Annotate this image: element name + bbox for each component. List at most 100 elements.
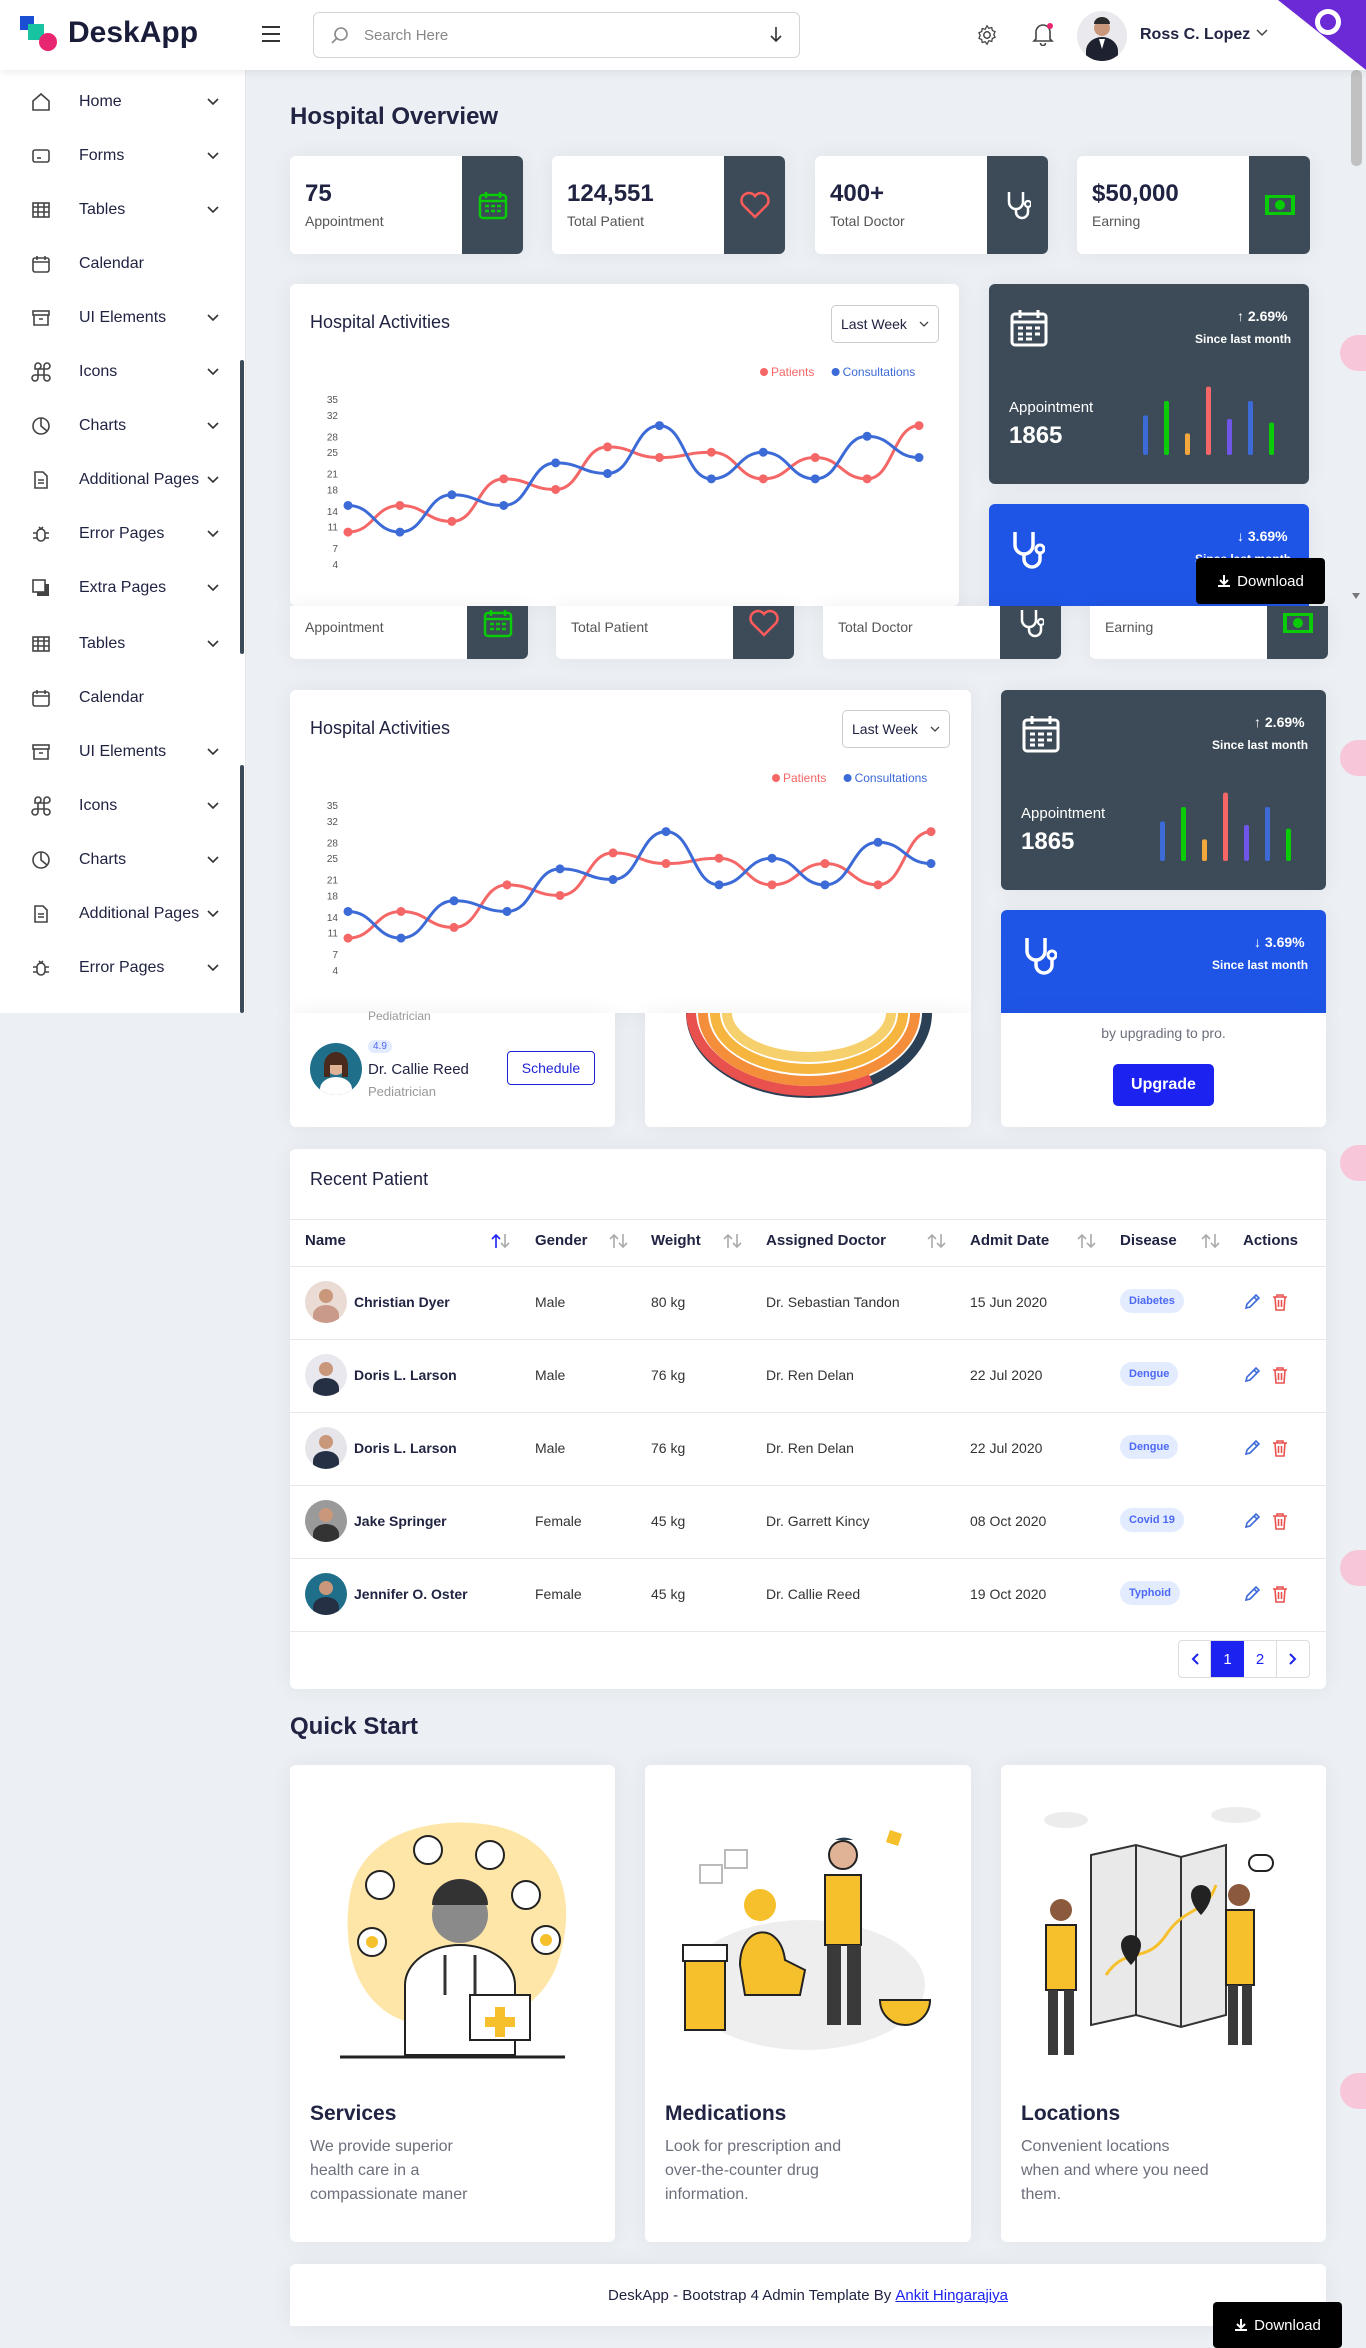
- table-divider: [290, 1219, 1326, 1220]
- upgrade-button[interactable]: Upgrade: [1113, 1064, 1214, 1106]
- schedule-button[interactable]: Schedule: [507, 1051, 595, 1085]
- legend-label: Patients: [771, 365, 814, 379]
- column-header-weight[interactable]: Weight: [651, 1232, 701, 1249]
- chevron-down-icon: [207, 476, 219, 484]
- quick-start-card-services[interactable]: Services We provide superior health care…: [290, 1765, 615, 2242]
- delete-icon[interactable]: [1272, 1293, 1288, 1311]
- sidebar-item-extra-pages[interactable]: Extra Pages: [0, 995, 245, 1013]
- locations-illustration: [1044, 1807, 1274, 2055]
- stat-label: Total Doctor: [838, 619, 913, 635]
- edit-icon[interactable]: [1243, 1366, 1261, 1384]
- user-name[interactable]: Ross C. Lopez: [1140, 26, 1250, 44]
- arrow-down-icon[interactable]: [768, 26, 784, 44]
- chevron-down-icon[interactable]: [1256, 28, 1268, 38]
- settings-tab[interactable]: [1340, 1550, 1366, 1586]
- sidebar-item-calendar[interactable]: Calendar: [0, 237, 245, 291]
- sidebar-item-label: Icons: [79, 363, 118, 380]
- delete-icon[interactable]: [1272, 1585, 1288, 1603]
- column-header-admit-date[interactable]: Admit Date: [970, 1232, 1049, 1249]
- sidebar-item-label: Charts: [79, 851, 127, 868]
- settings-gear-icon[interactable]: [976, 24, 998, 46]
- download-button-bottom[interactable]: Download: [1213, 2302, 1342, 2348]
- quick-start-card-locations[interactable]: Locations Convenient locations when and …: [1001, 1765, 1326, 2242]
- footer-link[interactable]: Ankit Hingarajiya: [895, 2287, 1008, 2304]
- settings-tab[interactable]: [1340, 1145, 1366, 1181]
- brand-logo[interactable]: DeskApp: [18, 14, 208, 54]
- sidebar-item-icons[interactable]: Icons: [0, 345, 245, 399]
- activities-filter-select[interactable]: Last Week: [842, 710, 950, 748]
- sidebar-item-additional-pages[interactable]: Additional Pages: [0, 453, 245, 507]
- patient-avatar: [305, 1500, 347, 1542]
- column-header-actions[interactable]: Actions: [1243, 1232, 1298, 1249]
- sidebar-item-charts[interactable]: Charts: [0, 399, 245, 453]
- assigned-doctor: Dr. Garrett Kincy: [766, 1513, 870, 1529]
- sidebar-item-ui-elements[interactable]: UI Elements: [0, 725, 245, 779]
- data-point: [873, 880, 883, 890]
- sort-icon[interactable]: [722, 1233, 744, 1249]
- column-header-disease[interactable]: Disease: [1120, 1232, 1177, 1249]
- delete-icon[interactable]: [1272, 1439, 1288, 1457]
- column-header-name[interactable]: Name: [305, 1232, 346, 1249]
- sidebar-item-error-pages[interactable]: Error Pages: [0, 941, 245, 995]
- patient-gender: Male: [535, 1367, 566, 1383]
- pagination-prev[interactable]: [1179, 1641, 1211, 1677]
- menu-toggle-icon[interactable]: [261, 24, 281, 44]
- archive-icon: [32, 744, 50, 760]
- delete-icon[interactable]: [1272, 1512, 1288, 1530]
- patient-name: Christian Dyer: [354, 1294, 450, 1310]
- sidebar-item-extra-pages[interactable]: Extra Pages: [0, 561, 245, 615]
- sort-icon[interactable]: [1076, 1233, 1098, 1249]
- patient-name: Doris L. Larson: [354, 1367, 457, 1383]
- data-point: [551, 484, 561, 494]
- sidebar-scrollbar[interactable]: [240, 765, 244, 1013]
- edit-icon[interactable]: [1243, 1293, 1261, 1311]
- search-input[interactable]: Search Here: [364, 27, 448, 44]
- column-header-assigned-doctor[interactable]: Assigned Doctor: [766, 1232, 886, 1249]
- sidebar-item-additional-pages[interactable]: Additional Pages: [0, 887, 245, 941]
- activities-filter-select[interactable]: Last Week: [831, 305, 939, 343]
- sidebar-item-icons[interactable]: Icons: [0, 779, 245, 833]
- settings-tab[interactable]: [1340, 2073, 1366, 2109]
- sidebar-item-calendar[interactable]: Calendar: [0, 671, 245, 725]
- page-scrollbar[interactable]: [1351, 70, 1362, 166]
- mini-bar: [1269, 422, 1274, 455]
- scroll-down-icon[interactable]: [1351, 592, 1361, 600]
- edit-icon[interactable]: [1243, 1585, 1261, 1603]
- since-text: Since last month: [1212, 738, 1309, 752]
- archive-icon: [32, 310, 50, 326]
- sidebar-item-charts[interactable]: Charts: [0, 833, 245, 887]
- chevron-down-icon: [207, 640, 219, 648]
- pagination-page-1[interactable]: 1: [1211, 1641, 1244, 1677]
- sidebar-item-home[interactable]: Home: [0, 75, 245, 129]
- notification-bell-icon[interactable]: [1032, 22, 1054, 46]
- sidebar-item-ui-elements[interactable]: UI Elements: [0, 291, 245, 345]
- sidebar-scrollbar[interactable]: [240, 360, 244, 654]
- sidebar-item-forms[interactable]: Forms: [0, 129, 245, 183]
- sidebar-item-tables[interactable]: Tables: [0, 617, 245, 671]
- column-header-gender[interactable]: Gender: [535, 1232, 588, 1249]
- delete-icon[interactable]: [1272, 1366, 1288, 1384]
- chevron-down-icon: [207, 152, 219, 160]
- sidebar-item-label: UI Elements: [79, 309, 167, 326]
- sidebar-item-tables[interactable]: Tables: [0, 183, 245, 237]
- sort-icon[interactable]: [608, 1233, 630, 1249]
- github-corner-icon[interactable]: [1278, 0, 1366, 70]
- change-value: 3.69%: [1247, 528, 1288, 544]
- settings-tab[interactable]: [1340, 740, 1366, 776]
- pagination-page-2[interactable]: 2: [1244, 1641, 1277, 1677]
- pie-chart-icon: [32, 851, 50, 869]
- sort-icon[interactable]: [1200, 1233, 1222, 1249]
- settings-tab[interactable]: [1340, 335, 1366, 371]
- search-bar[interactable]: Search Here: [313, 12, 800, 58]
- edit-icon[interactable]: [1243, 1512, 1261, 1530]
- quick-start-card-medications[interactable]: Medications Look for prescription and ov…: [645, 1765, 971, 2242]
- sort-icon[interactable]: [490, 1233, 512, 1249]
- change-text: ↓ 3.69%: [1237, 528, 1288, 544]
- sort-icon[interactable]: [926, 1233, 948, 1249]
- data-point: [810, 474, 820, 484]
- pagination-next[interactable]: [1277, 1641, 1309, 1677]
- download-button[interactable]: Download: [1196, 558, 1325, 604]
- user-avatar[interactable]: [1077, 11, 1127, 61]
- sidebar-item-error-pages[interactable]: Error Pages: [0, 507, 245, 561]
- edit-icon[interactable]: [1243, 1439, 1261, 1457]
